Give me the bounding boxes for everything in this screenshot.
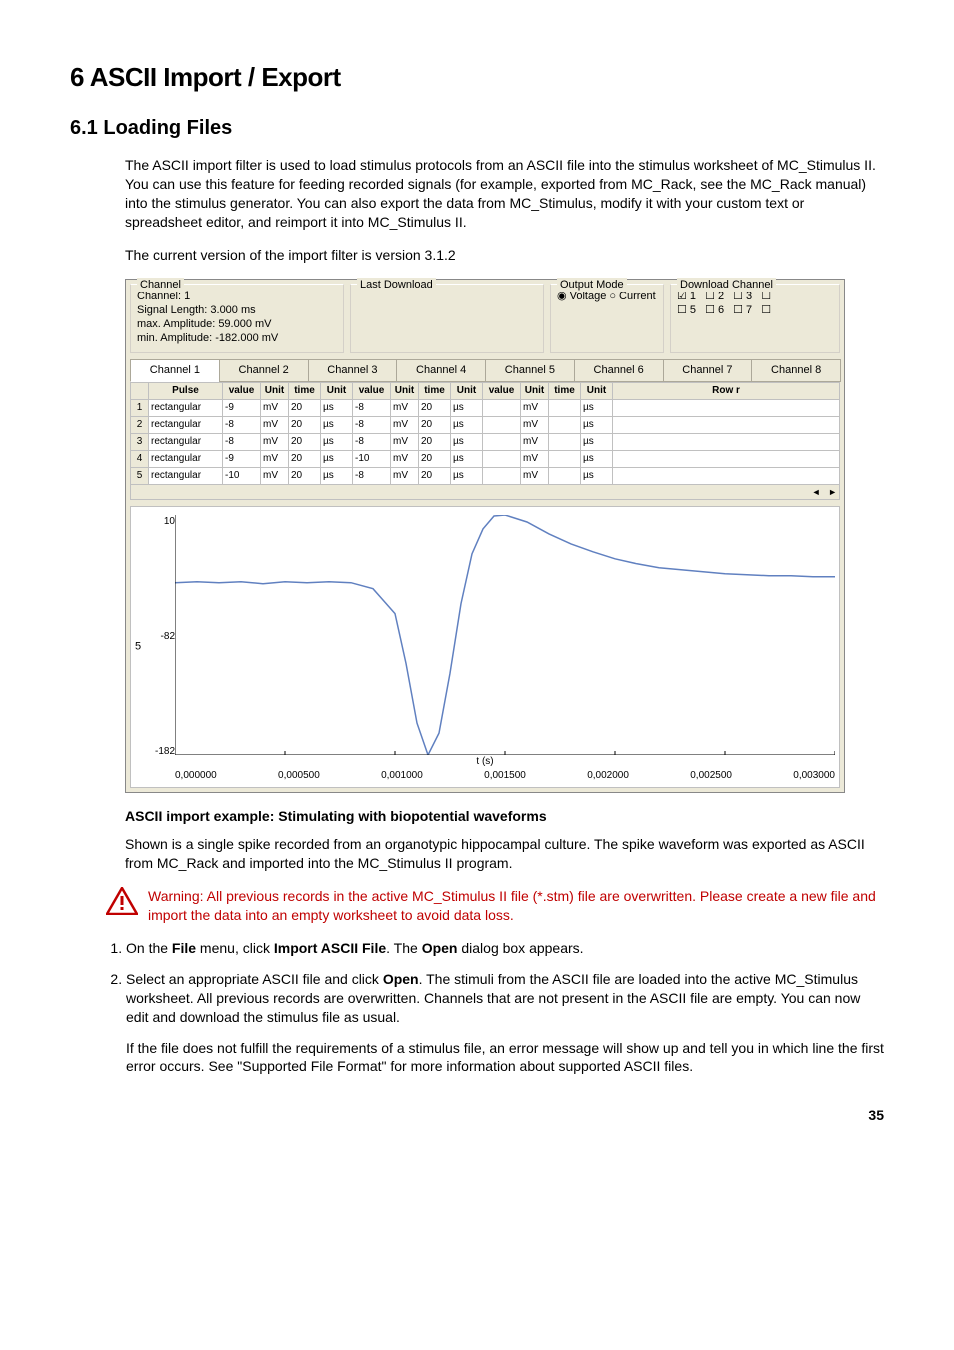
dl-channel-8[interactable]: ☐ bbox=[761, 303, 771, 318]
y-axis-label: 5 bbox=[135, 639, 141, 654]
horizontal-scrollbar[interactable]: ◄ ► bbox=[130, 485, 840, 500]
x-axis-label: t (s) bbox=[131, 755, 839, 769]
dl-channel-1[interactable]: ☑ 1 bbox=[677, 289, 696, 304]
tab-channel-5[interactable]: Channel 5 bbox=[485, 359, 575, 382]
x-tick: 0,002000 bbox=[587, 769, 629, 783]
tab-channel-7[interactable]: Channel 7 bbox=[663, 359, 753, 382]
last-download-box bbox=[350, 284, 544, 353]
y-tick: 10 bbox=[149, 515, 175, 529]
intro-paragraph-1: The ASCII import filter is used to load … bbox=[125, 156, 884, 232]
dl-channel-5[interactable]: ☐ 5 bbox=[677, 303, 696, 318]
example-heading: ASCII import example: Stimulating with b… bbox=[125, 807, 884, 826]
table-header: Unit bbox=[451, 382, 483, 399]
current-radio[interactable]: ○Current bbox=[609, 289, 655, 304]
step-1: On the File menu, click Import ASCII Fil… bbox=[126, 939, 884, 958]
table-header bbox=[131, 382, 149, 399]
dl-channel-7[interactable]: ☐ 7 bbox=[733, 303, 752, 318]
table-row[interactable]: 4rectangular-9mV20µs-10mV20µsmVµs bbox=[131, 450, 840, 467]
table-header: value bbox=[483, 382, 521, 399]
tab-channel-1[interactable]: Channel 1 bbox=[130, 359, 220, 382]
intro-paragraph-2: The current version of the import filter… bbox=[125, 246, 884, 265]
channel-line: Channel: 1 bbox=[137, 289, 337, 303]
tab-channel-3[interactable]: Channel 3 bbox=[308, 359, 398, 382]
table-header: Unit bbox=[321, 382, 353, 399]
table-header: Pulse bbox=[149, 382, 223, 399]
table-header: Unit bbox=[581, 382, 613, 399]
page-number: 35 bbox=[70, 1106, 884, 1125]
output-mode-box: ◉Voltage ○Current bbox=[550, 284, 664, 353]
x-tick: 0,001500 bbox=[484, 769, 526, 783]
table-row[interactable]: 1rectangular-9mV20µs-8mV20µsmVµs bbox=[131, 399, 840, 416]
table-row[interactable]: 2rectangular-8mV20µs-8mV20µsmVµs bbox=[131, 416, 840, 433]
tab-channel-2[interactable]: Channel 2 bbox=[219, 359, 309, 382]
table-header: Unit bbox=[521, 382, 549, 399]
table-header: Unit bbox=[261, 382, 289, 399]
dl-channel-4[interactable]: ☐ bbox=[761, 289, 771, 304]
y-tick: -82 bbox=[149, 630, 175, 644]
table-header: Unit bbox=[391, 382, 419, 399]
step-2: Select an appropriate ASCII file and cli… bbox=[126, 970, 884, 1076]
x-tick: 0,002500 bbox=[690, 769, 732, 783]
page-title: 6 ASCII Import / Export bbox=[70, 60, 884, 95]
channel-tabs: Channel 1 Channel 2 Channel 3 Channel 4 … bbox=[130, 359, 840, 382]
dl-channel-2[interactable]: ☐ 2 bbox=[705, 289, 724, 304]
tab-channel-8[interactable]: Channel 8 bbox=[751, 359, 841, 382]
table-header: time bbox=[549, 382, 581, 399]
table-header: time bbox=[419, 382, 451, 399]
section-title: 6.1 Loading Files bbox=[70, 115, 884, 142]
warning-text: Warning: All previous records in the act… bbox=[148, 887, 884, 925]
x-tick: 0,003000 bbox=[793, 769, 835, 783]
table-header: time bbox=[289, 382, 321, 399]
x-tick: 0,001000 bbox=[381, 769, 423, 783]
warning-icon bbox=[106, 887, 138, 915]
channel-line: min. Amplitude: -182.000 mV bbox=[137, 331, 337, 345]
stimulus-table[interactable]: PulsevalueUnittimeUnitvalueUnittimeUnitv… bbox=[130, 382, 840, 485]
mc-stimulus-window: Channel: 1 Signal Length: 3.000 ms max. … bbox=[125, 279, 845, 793]
x-tick: 0,000000 bbox=[175, 769, 217, 783]
voltage-radio[interactable]: ◉Voltage bbox=[557, 289, 606, 304]
channel-info-box: Channel: 1 Signal Length: 3.000 ms max. … bbox=[130, 284, 344, 353]
table-row[interactable]: 3rectangular-8mV20µs-8mV20µsmVµs bbox=[131, 433, 840, 450]
x-tick: 0,000500 bbox=[278, 769, 320, 783]
tab-channel-6[interactable]: Channel 6 bbox=[574, 359, 664, 382]
table-header: value bbox=[353, 382, 391, 399]
example-paragraph: Shown is a single spike recorded from an… bbox=[125, 835, 884, 873]
channel-line: max. Amplitude: 59.000 mV bbox=[137, 317, 337, 331]
download-channel-box: ☑ 1 ☐ 2 ☐ 3 ☐ ☐ 5 ☐ 6 ☐ 7 ☐ bbox=[670, 284, 840, 353]
table-row[interactable]: 5rectangular-10mV20µs-8mV20µsmVµs bbox=[131, 467, 840, 484]
dl-channel-3[interactable]: ☐ 3 bbox=[733, 289, 752, 304]
waveform-svg bbox=[175, 515, 835, 755]
tab-channel-4[interactable]: Channel 4 bbox=[396, 359, 486, 382]
table-header: value bbox=[223, 382, 261, 399]
channel-line: Signal Length: 3.000 ms bbox=[137, 303, 337, 317]
dl-channel-6[interactable]: ☐ 6 bbox=[705, 303, 724, 318]
waveform-plot: 10 -82 -182 5 t (s) 0,0000000,0005000,00… bbox=[130, 506, 840, 788]
table-header: Row r bbox=[613, 382, 840, 399]
